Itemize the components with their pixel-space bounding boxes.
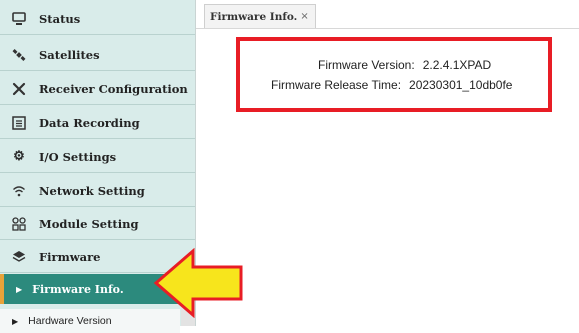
sidebar-item-satellites[interactable]: Satellites (0, 39, 195, 71)
sidebar-item-label: Firmware (39, 249, 101, 264)
caret-right-icon: ▶ (16, 284, 23, 294)
tab-label: Firmware Info. (210, 10, 298, 23)
sidebar-subitem-label: Firmware Info. (32, 282, 124, 296)
sidebar-item-label: I/O Settings (39, 149, 117, 164)
sidebar-subitem-label: Hardware Version (28, 315, 112, 327)
caret-right-icon: ▶ (12, 316, 19, 326)
modules-icon (11, 216, 27, 232)
satellite-icon (11, 47, 27, 63)
list-icon (11, 115, 27, 131)
sidebar-item-label: Satellites (39, 47, 100, 62)
firmware-version-value: 2.2.4.1XPAD (422, 58, 492, 72)
firmware-info-panel: Firmware Version: 2.2.4.1XPAD Firmware Re… (236, 37, 552, 112)
firmware-version-label: Firmware Version: (318, 58, 415, 72)
sidebar-item-io-settings[interactable]: ⚙ I/O Settings (0, 141, 195, 173)
tab-bar: Firmware Info. × (196, 0, 579, 29)
sidebar-item-data-recording[interactable]: Data Recording (0, 107, 195, 139)
sidebar-item-label: Receiver Configuration (39, 81, 188, 96)
sidebar-item-receiver-configuration[interactable]: Receiver Configuration (0, 73, 195, 105)
sidebar-item-label: Network Setting (39, 183, 145, 198)
tools-icon (11, 81, 27, 97)
wifi-icon (11, 183, 27, 199)
firmware-version-row: Firmware Version: 2.2.4.1XPAD (318, 58, 491, 72)
gear-icon: ⚙ (13, 149, 25, 164)
layers-icon (11, 249, 27, 265)
arrow-pointer-icon (153, 248, 243, 318)
sidebar-item-status[interactable]: Status (0, 3, 195, 35)
tab-firmware-info[interactable]: Firmware Info. × (204, 4, 316, 28)
sidebar-item-module-setting[interactable]: Module Setting (0, 208, 195, 240)
firmware-release-time-row: Firmware Release Time: 20230301_10db0fe (271, 78, 512, 92)
firmware-release-time-label: Firmware Release Time: (271, 78, 402, 92)
sidebar-item-label: Status (39, 11, 81, 26)
sidebar-item-network-setting[interactable]: Network Setting (0, 175, 195, 207)
firmware-release-time-value: 20230301_10db0fe (409, 78, 513, 92)
sidebar-item-label: Data Recording (39, 115, 140, 130)
sidebar-item-label: Module Setting (39, 216, 139, 231)
monitor-icon (11, 11, 27, 27)
close-icon[interactable]: × (300, 11, 308, 22)
